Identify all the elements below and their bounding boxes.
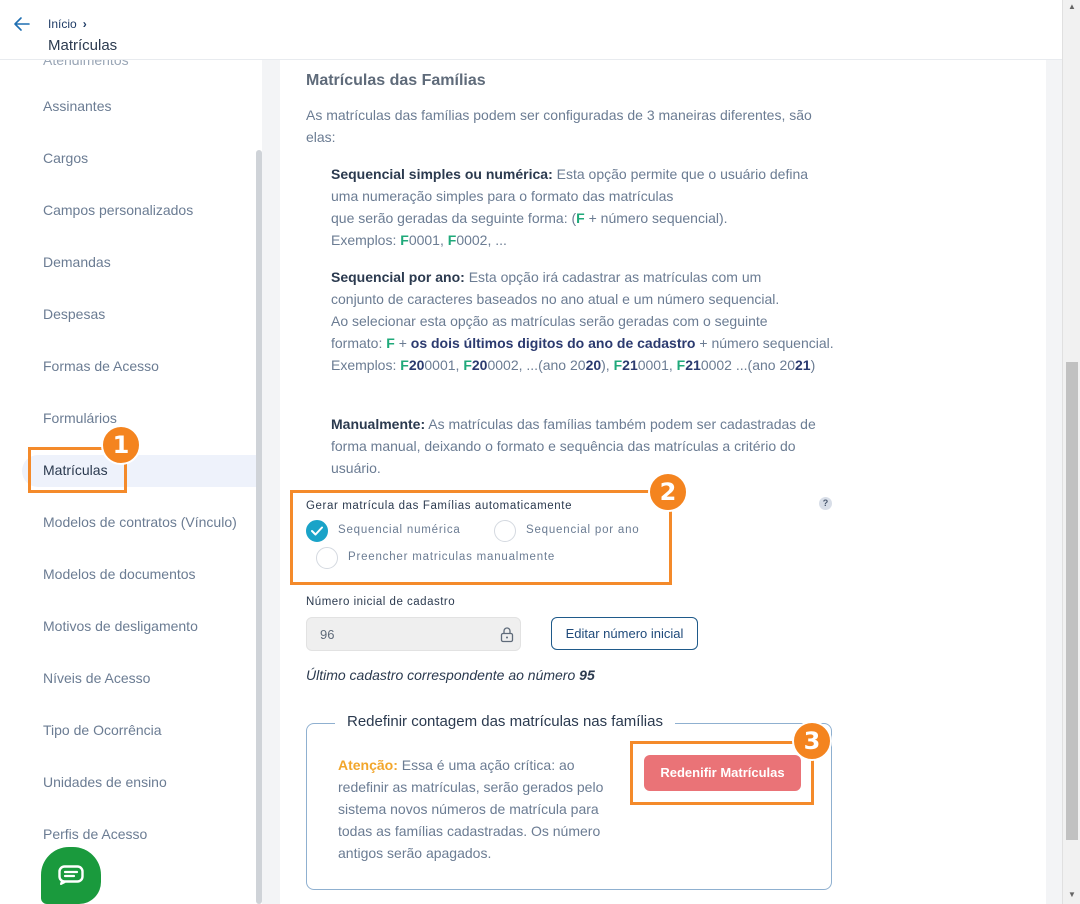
- year-20: 20: [471, 357, 488, 373]
- option1-line3b: + número sequencial).: [584, 210, 728, 226]
- last-record-number: 95: [579, 667, 595, 683]
- page-scrollbar[interactable]: ▲ ▼: [1062, 0, 1080, 904]
- page-scrollbar-thumb[interactable]: [1066, 362, 1078, 840]
- option1-title: Sequencial simples ou numérica:: [331, 166, 553, 182]
- initial-number-label: Número inicial de cadastro: [306, 596, 456, 608]
- example-sep: ),: [601, 357, 614, 373]
- seq-0002: 0002: [700, 357, 732, 373]
- option2-line3: Ao selecionar esta opção as matrículas s…: [331, 313, 768, 329]
- seq-0001: 0001: [637, 357, 669, 373]
- annotation-badge-3: 3: [792, 721, 832, 761]
- option1-line3a: que serão geradas da seguinte forma: (: [331, 210, 577, 226]
- prefix-f: F: [676, 357, 686, 373]
- prefix-f: F: [576, 210, 585, 226]
- seq-0001: 0001: [424, 357, 456, 373]
- option2-line2: conjunto de caracteres baseados no ano a…: [331, 291, 780, 307]
- seq-0002: 0002: [487, 357, 519, 373]
- initial-number-value: 96: [320, 627, 335, 642]
- option2-line4a: formato:: [331, 335, 387, 351]
- annotation-box-3: [630, 741, 814, 805]
- option-sequencial-simples-text: Sequencial simples ou numérica: Esta opç…: [331, 166, 809, 248]
- year-20: 20: [585, 357, 602, 373]
- option1-example2: 0002: [456, 232, 488, 248]
- option2-line1: Esta opção irá cadastrar as matrículas c…: [468, 269, 762, 285]
- edit-initial-number-button[interactable]: Editar número inicial: [551, 617, 698, 650]
- sidebar-item-perfis-de-acesso[interactable]: Perfis de Acesso: [43, 826, 147, 842]
- sidebar-item-motivos-de-desligamento[interactable]: Motivos de desligamento: [43, 618, 198, 634]
- page-title: Matrículas: [48, 37, 118, 54]
- reset-count-legend: Redefinir contagem das matrículas nas fa…: [335, 713, 675, 730]
- last-record-text: Último cadastro correspondente ao número: [306, 667, 580, 683]
- option1-line2: uma numeração simples para o formato das…: [331, 188, 674, 204]
- sidebar-item-formularios[interactable]: Formulários: [43, 410, 117, 426]
- year-21: 21: [622, 357, 638, 373]
- sidebar-item-niveis-de-acesso[interactable]: Níveis de Acesso: [43, 670, 150, 686]
- sidebar-item-formas-de-acesso[interactable]: Formas de Acesso: [43, 358, 159, 374]
- sidebar-item-assinantes[interactable]: Assinantes: [43, 98, 111, 114]
- annotation-badge-2: 2: [648, 472, 688, 512]
- prefix-f: F: [400, 232, 409, 248]
- option1-line1: Esta opção permite que o usuário defina: [556, 166, 809, 182]
- annotation-badge-1: 1: [101, 425, 141, 465]
- arrow-left-icon[interactable]: [12, 14, 32, 34]
- lock-icon: [500, 627, 514, 643]
- intro-text: As matrículas das famílias podem ser con…: [306, 107, 812, 145]
- sidebar-item-unidades-de-ensino[interactable]: Unidades de ensino: [43, 774, 167, 790]
- option2-examples-label: Exemplos:: [331, 357, 401, 373]
- last-record-note: Último cadastro correspondente ao número…: [306, 667, 595, 683]
- option2-line4b: + número sequencial.: [695, 335, 834, 351]
- option-sequencial-ano-text: Sequencial por ano: Esta opção irá cadas…: [331, 269, 834, 373]
- scroll-down-arrow-icon[interactable]: ▼: [1068, 890, 1076, 899]
- example-sep: ...(ano 20: [731, 357, 796, 373]
- sidebar-item-partial[interactable]: Atendimentos: [43, 60, 129, 68]
- help-icon[interactable]: ?: [819, 497, 832, 510]
- top-header: Início › Matrículas: [0, 0, 1062, 60]
- chat-icon: [58, 865, 84, 885]
- sidebar-item-demandas[interactable]: Demandas: [43, 254, 111, 270]
- prefix-f: F: [400, 357, 409, 373]
- sidebar-item-campos-personalizados[interactable]: Campos personalizados: [43, 202, 193, 218]
- scroll-up-arrow-icon[interactable]: ▲: [1068, 2, 1076, 11]
- initial-number-input: 96: [306, 617, 521, 651]
- reset-warning: Atenção: Essa é uma ação crítica: ao red…: [338, 754, 613, 864]
- sidebar-item-despesas[interactable]: Despesas: [43, 306, 105, 322]
- year-20: 20: [408, 357, 425, 373]
- example-sep: , ...(ano 20: [518, 357, 586, 373]
- chat-widget-button[interactable]: [41, 847, 101, 904]
- option2-year-digits: os dois últimos digitos do ano de cadast…: [410, 335, 696, 351]
- option1-examples-end: , ...: [487, 232, 507, 248]
- year-21: 21: [685, 357, 701, 373]
- sidebar-item-tipo-de-ocorrencia[interactable]: Tipo de Ocorrência: [43, 722, 162, 738]
- breadcrumb-home-link[interactable]: Início: [48, 17, 77, 31]
- example-end: ): [810, 357, 816, 373]
- breadcrumb-separator: ›: [82, 17, 87, 31]
- section-title: Matrículas das Famílias: [306, 72, 486, 89]
- sidebar-item-modelos-de-contratos[interactable]: Modelos de contratos (Vínculo): [43, 514, 237, 530]
- plus-sign: +: [394, 335, 411, 351]
- option1-examples-label: Exemplos:: [331, 232, 401, 248]
- example-sep: ,: [668, 357, 677, 373]
- option3-title: Manualmente:: [331, 416, 426, 432]
- annotation-box-2: [290, 490, 672, 585]
- year-21: 21: [795, 357, 811, 373]
- sidebar-item-cargos[interactable]: Cargos: [43, 150, 88, 166]
- option2-title: Sequencial por ano:: [331, 269, 465, 285]
- sidebar-item-modelos-de-documentos[interactable]: Modelos de documentos: [43, 566, 196, 582]
- option1-example1: 0001: [408, 232, 440, 248]
- breadcrumb: Início ›: [48, 17, 87, 31]
- prefix-f: F: [613, 357, 623, 373]
- option-manual-text: Manualmente: As matrículas das famílias …: [331, 413, 831, 479]
- warning-word: Atenção:: [338, 757, 398, 773]
- prefix-f: F: [386, 335, 395, 351]
- prefix-f: F: [463, 357, 472, 373]
